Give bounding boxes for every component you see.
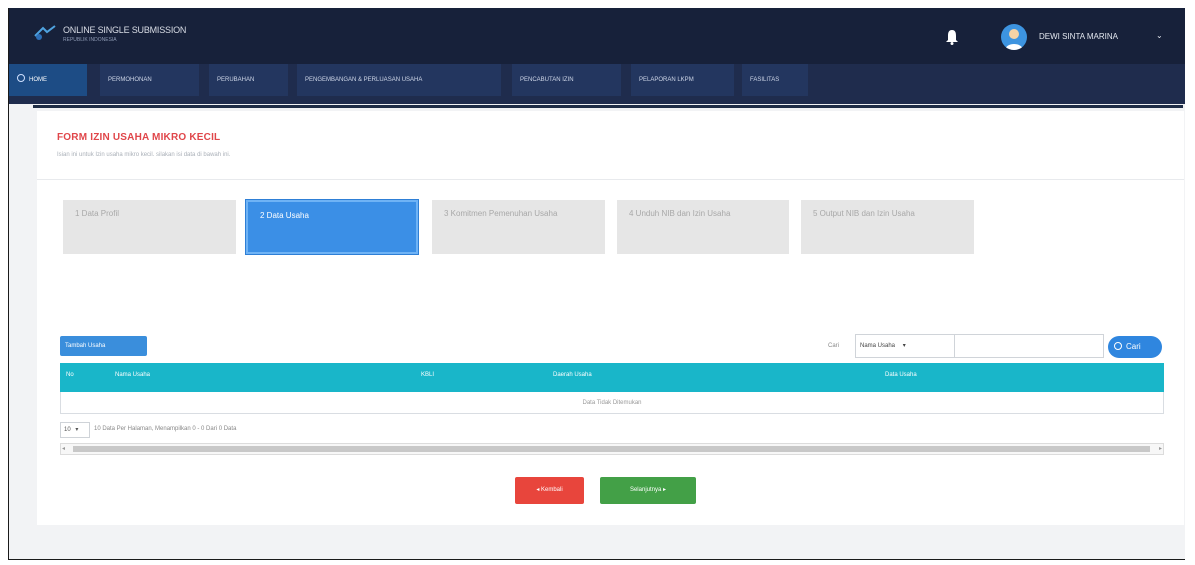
oss-logo-icon bbox=[34, 25, 56, 40]
nav-pelaporan[interactable]: PELAPORAN LKPM bbox=[631, 64, 734, 96]
next-button[interactable]: Selanjutnya ▸ bbox=[600, 477, 696, 504]
step-label: 3 Komitmen Pemenuhan Usaha bbox=[444, 209, 558, 218]
search-button[interactable]: Cari bbox=[1108, 336, 1162, 358]
step-data-usaha[interactable]: 2 Data Usaha bbox=[246, 200, 418, 254]
logo-subtitle: REPUBLIK INDONESIA bbox=[63, 37, 117, 43]
nav-pencabutan[interactable]: PENCABUTAN IZIN bbox=[512, 64, 621, 96]
nav-perubahan[interactable]: PERUBAHAN bbox=[209, 64, 288, 96]
pagination-info: 10 Data Per Halaman, Menampilkan 0 - 0 D… bbox=[94, 426, 237, 432]
column-header: KBLI bbox=[421, 372, 435, 378]
step-label: 1 Data Profil bbox=[75, 209, 120, 218]
search-label: Cari bbox=[828, 343, 840, 349]
user-name[interactable]: DEWI SINTA MARINA bbox=[1039, 32, 1118, 41]
column-header: Nama Usaha bbox=[115, 372, 151, 378]
nav-pengembangan[interactable]: PENGEMBANGAN & PERLUASAN USAHA bbox=[297, 64, 501, 96]
table-header: No Nama Usaha KBLI Daerah Usaha Data Usa… bbox=[60, 363, 1164, 392]
search-field-select[interactable]: Nama Usaha ▾ bbox=[855, 334, 955, 358]
column-header: Data Usaha bbox=[885, 372, 917, 378]
step-unduh-nib[interactable]: 4 Unduh NIB dan Izin Usaha bbox=[617, 200, 789, 254]
scrollbar-thumb[interactable] bbox=[73, 446, 1150, 452]
add-business-button[interactable]: Tambah Usaha bbox=[60, 336, 147, 356]
nav-pelaporan-label: PELAPORAN LKPM bbox=[639, 77, 694, 83]
nav-permohonan-label: PERMOHONAN bbox=[108, 77, 152, 83]
column-header: Daerah Usaha bbox=[553, 372, 592, 378]
step-label: 5 Output NIB dan Izin Usaha bbox=[813, 209, 915, 218]
nav-pengembangan-label: PENGEMBANGAN & PERLUASAN USAHA bbox=[305, 77, 423, 83]
back-button[interactable]: ◂ Kembali bbox=[515, 477, 584, 504]
oss-logo[interactable]: ONLINE SINGLE SUBMISSION REPUBLIK INDONE… bbox=[33, 22, 233, 50]
step-komitmen[interactable]: 3 Komitmen Pemenuhan Usaha bbox=[432, 200, 605, 254]
user-avatar-icon bbox=[1005, 29, 1023, 50]
chevron-down-icon: ▾ bbox=[75, 427, 79, 433]
notification-bell-icon[interactable] bbox=[945, 29, 959, 45]
user-avatar[interactable] bbox=[1001, 24, 1027, 50]
form-subtitle: Isian ini untuk Izin usaha mikro kecil. … bbox=[57, 152, 231, 158]
step-data-profil[interactable]: 1 Data Profil bbox=[63, 200, 236, 254]
nav-permohonan[interactable]: PERMOHONAN bbox=[100, 64, 199, 96]
page-size-value: 10 bbox=[64, 427, 71, 433]
app-frame: ONLINE SINGLE SUBMISSION REPUBLIK INDONE… bbox=[8, 8, 1185, 560]
home-icon bbox=[17, 74, 25, 82]
step-label: 4 Unduh NIB dan Izin Usaha bbox=[629, 209, 731, 218]
form-title: FORM IZIN USAHA MIKRO KECIL bbox=[57, 132, 221, 143]
nav-home[interactable]: HOME bbox=[9, 64, 87, 96]
search-button-label: Cari bbox=[1126, 342, 1141, 351]
column-header: No bbox=[66, 372, 74, 378]
page-size-select[interactable]: 10 ▾ bbox=[60, 422, 90, 438]
chevron-down-icon[interactable]: ⌄ bbox=[1156, 31, 1163, 40]
step-output-nib[interactable]: 5 Output NIB dan Izin Usaha bbox=[801, 200, 974, 254]
form-card: FORM IZIN USAHA MIKRO KECIL Isian ini un… bbox=[37, 111, 1184, 525]
nav-home-label: HOME bbox=[29, 77, 47, 83]
top-bar: ONLINE SINGLE SUBMISSION REPUBLIK INDONE… bbox=[9, 8, 1185, 64]
chevron-down-icon: ▾ bbox=[902, 343, 906, 349]
search-field-value: Nama Usaha bbox=[860, 343, 896, 349]
logo-title: ONLINE SINGLE SUBMISSION bbox=[63, 25, 187, 35]
content-top-rule bbox=[33, 105, 1183, 108]
table-empty-row: Data Tidak Ditemukan bbox=[60, 392, 1164, 414]
nav-fasilitas-label: FASILITAS bbox=[750, 77, 780, 83]
step-label: 2 Data Usaha bbox=[260, 211, 309, 220]
search-input[interactable] bbox=[954, 334, 1104, 358]
horizontal-scrollbar[interactable]: ◂ ▸ bbox=[60, 443, 1164, 455]
nav-fasilitas[interactable]: FASILITAS bbox=[742, 64, 808, 96]
nav-perubahan-label: PERUBAHAN bbox=[217, 77, 255, 83]
main-nav: HOME PERMOHONAN PERUBAHAN PENGEMBANGAN &… bbox=[9, 64, 1185, 104]
nav-pencabutan-label: PENCABUTAN IZIN bbox=[520, 77, 574, 83]
search-icon bbox=[1114, 342, 1122, 350]
scroll-left-icon[interactable]: ◂ bbox=[62, 444, 65, 454]
scroll-right-icon[interactable]: ▸ bbox=[1159, 444, 1162, 454]
divider bbox=[37, 179, 1184, 180]
